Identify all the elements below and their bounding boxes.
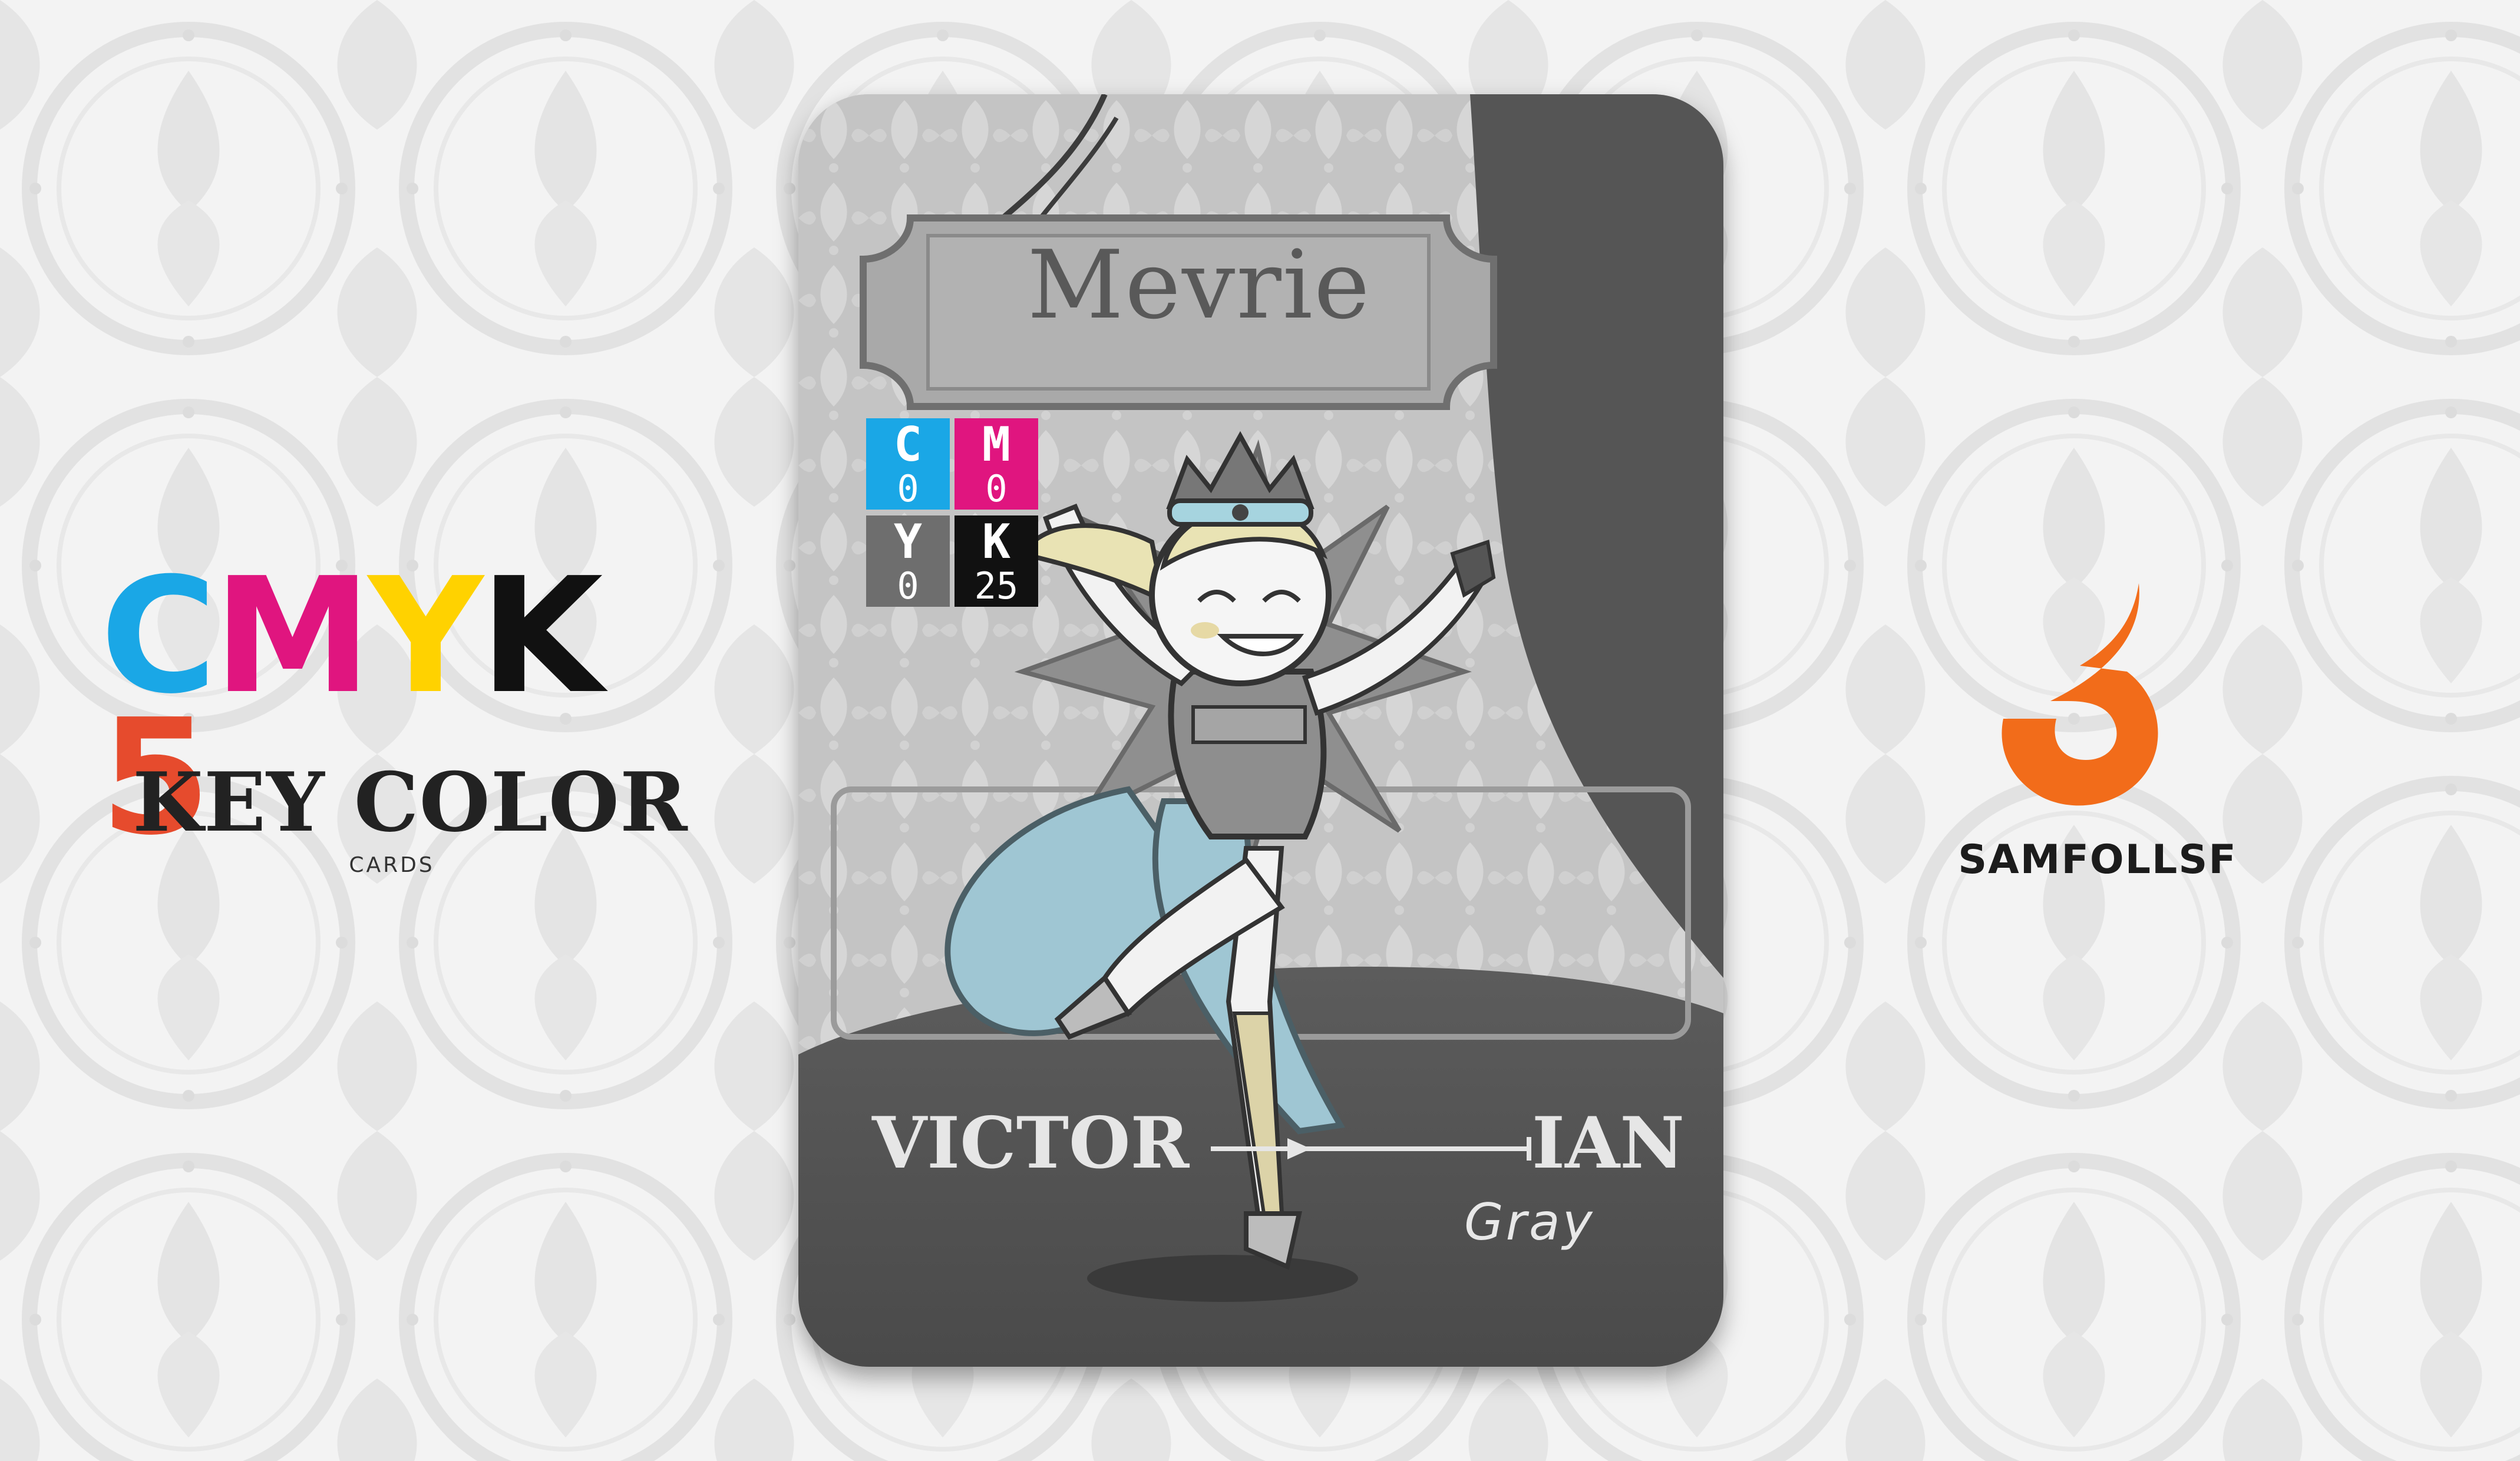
brand-name: SAMFOLLSF xyxy=(1958,837,2237,883)
stamp-letter: M xyxy=(982,417,1011,472)
cmyk5-logo: CMYK5 xyxy=(100,543,689,857)
brand-right: SAMFOLLSF xyxy=(1933,577,2263,895)
stamp-cell-k: K 25 xyxy=(955,515,1038,607)
brand-left: CMYK5 KEY COLOR CARDS xyxy=(88,543,707,895)
stamp-letter: C xyxy=(893,417,923,472)
stamp-cell-y: Y 0 xyxy=(866,515,950,607)
stamp-cell-c: C 0 xyxy=(866,418,950,510)
stamp-value: 0 xyxy=(897,564,919,607)
card-name: Mevrie xyxy=(1027,230,1371,340)
stamp-letter: K xyxy=(982,514,1011,569)
logo-letter-y: Y xyxy=(368,543,484,729)
stamp-cell-m: M 0 xyxy=(955,418,1038,510)
cmyk-stamp: C 0 M 0 Y 0 K 25 xyxy=(860,412,1049,613)
brand-subtitle: CARDS xyxy=(349,853,435,877)
arrow-connector-icon xyxy=(1211,1137,1531,1161)
card-footer-sub: Gray xyxy=(1464,1193,1595,1252)
brand-title: KEY COLOR xyxy=(133,754,688,850)
card-footer-right: IAN xyxy=(1532,1102,1685,1185)
character-card: Mevrie C 0 M 0 Y 0 K 25 VICTOR IAN Gray xyxy=(798,94,1723,1367)
stamp-value: 25 xyxy=(974,564,1019,607)
stamp-value: 0 xyxy=(897,467,919,510)
card-footer-left: VICTOR xyxy=(872,1102,1190,1185)
logo-letter-k: K xyxy=(480,543,603,729)
logo-letter-m: M xyxy=(213,543,372,729)
orange-flame-logo-icon xyxy=(2002,583,2158,806)
stamp-letter: Y xyxy=(893,514,923,569)
stamp-value: 0 xyxy=(985,467,1008,510)
